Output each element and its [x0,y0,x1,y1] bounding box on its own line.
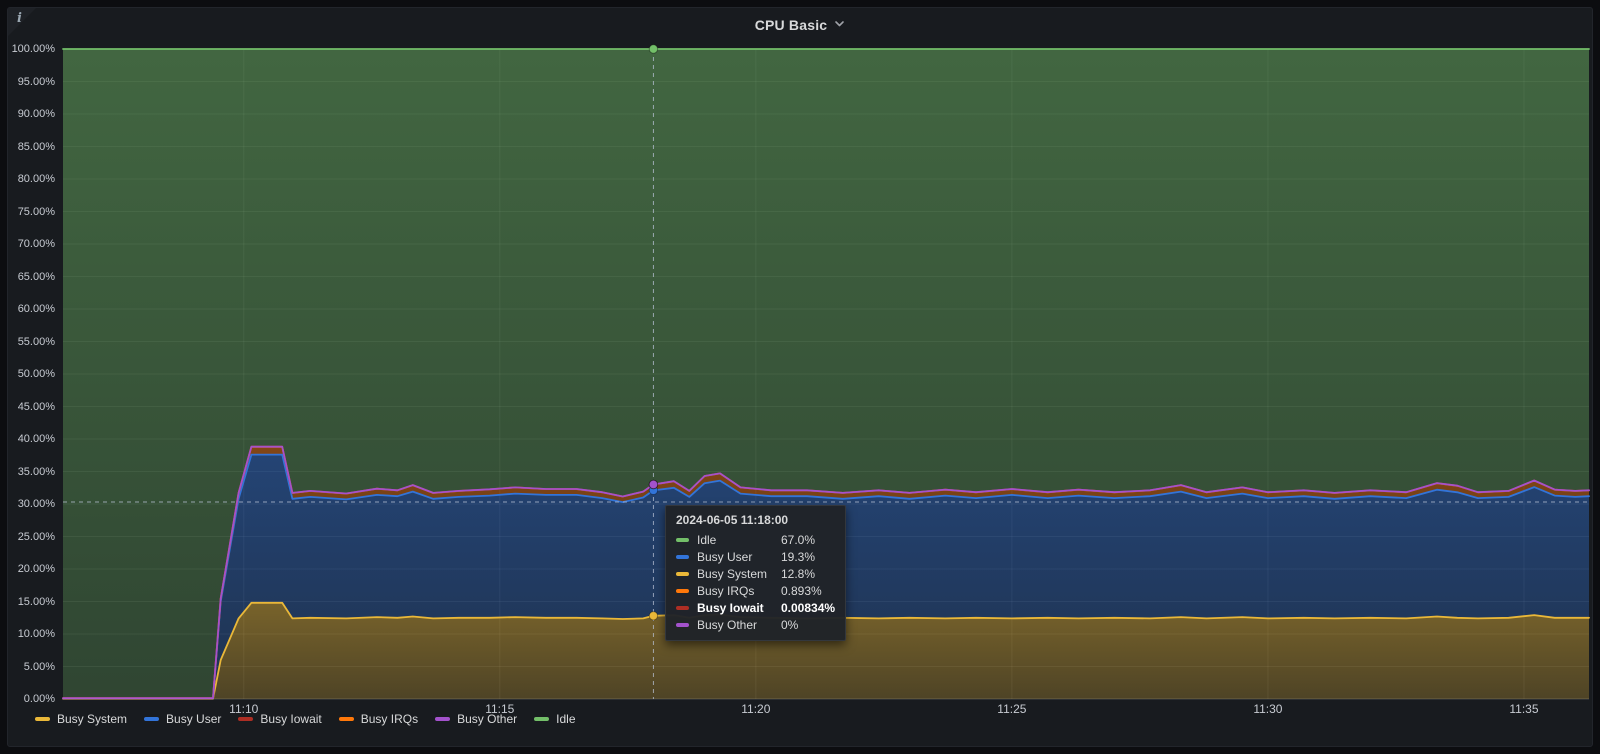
x-tick-label: 11:35 [1509,702,1539,716]
tooltip-series-label: Busy Iowait [697,601,764,615]
y-tick-label: 35.00% [17,465,55,478]
y-tick-label: 90.00% [17,108,55,120]
y-tick-label: 100.00% [11,43,55,55]
panel-title[interactable]: CPU Basic [755,17,828,33]
legend-label: Busy Iowait [260,712,322,726]
y-tick-label: 10.00% [17,628,55,640]
y-tick-label: 85.00% [17,140,55,153]
legend-item-idle[interactable]: Idle [534,712,576,726]
y-tick-label: 50.00% [17,368,55,380]
legend-swatch-icon [144,717,160,721]
chevron-down-icon[interactable] [834,16,845,34]
tooltip-series-swatch-icon [676,555,689,559]
tooltip-series-value: 67.0% [781,533,816,547]
legend-item-busy-other[interactable]: Busy Other [435,712,517,726]
y-tick-label: 15.00% [17,595,55,608]
tooltip-series-value: 0.893% [781,584,822,598]
tooltip-series-label: Busy User [697,550,753,564]
legend-item-busy-system[interactable]: Busy System [35,712,127,726]
tooltip-series-swatch-icon [676,623,689,627]
tooltip-series-swatch-icon [676,538,689,542]
legend-label: Busy User [166,712,222,726]
y-tick-label: 80.00% [17,173,55,185]
legend-label: Busy IRQs [360,712,419,726]
y-tick-label: 60.00% [17,303,55,315]
y-tick-label: 65.00% [17,270,55,283]
panel-header[interactable]: CPU Basic [8,8,1592,42]
legend-item-busy-irqs[interactable]: Busy IRQs [338,712,419,726]
legend-label: Idle [556,712,576,726]
tooltip-row: Busy System 12.8% [676,567,835,581]
tooltip-row: Busy User 19.3% [676,550,835,564]
tooltip-series-label: Busy Other [697,618,758,632]
legend-swatch-icon [35,717,50,721]
y-tick-label: 45.00% [17,400,55,413]
legend-swatch-icon [534,717,550,721]
tooltip-timestamp: 2024-06-05 11:18:00 [676,513,789,527]
legend: Busy System Busy User Busy Iowait Busy IRQs… [35,712,576,726]
tooltip-series-swatch-icon [676,606,689,610]
legend-item-busy-iowait[interactable]: Busy Iowait [238,712,322,726]
y-tick-label: 5.00% [23,660,55,673]
legend-label: Busy System [57,712,128,726]
tooltip-series-value: 0% [781,618,799,632]
x-tick-label: 11:25 [997,702,1027,716]
y-tick-label: 40.00% [17,433,55,445]
tooltip-series-value: 12.8% [781,567,816,581]
tooltip-row: Busy IRQs 0.893% [676,584,835,598]
x-tick-label: 11:30 [1253,702,1283,716]
tooltip-row: Busy Other 0% [676,618,835,632]
tooltip-series-swatch-icon [676,572,689,576]
grafana-panel: i CPU Basic 0.00% 5.00% 10.00% 15.00% 20.00%… [7,7,1593,747]
tooltip-row: Busy Iowait 0.00834% [676,601,835,615]
y-tick-label: 95.00% [17,75,55,88]
legend-item-busy-user[interactable]: Busy User [144,712,221,726]
legend-swatch-icon [238,717,254,721]
chart-tooltip: 2024-06-05 11:18:00 Idle 67.0% Busy User 19… [665,505,847,641]
legend-swatch-icon [435,717,451,721]
tooltip-series-swatch-icon [676,589,689,593]
tooltip-series-value: 0.00834% [781,601,836,615]
y-tick-label: 75.00% [17,205,55,218]
x-tick-label: 11:20 [741,702,771,716]
tooltip-series-label: Idle [697,533,717,547]
tooltip-series-value: 19.3% [781,550,816,564]
y-tick-label: 20.00% [17,563,55,575]
legend-swatch-icon [338,717,354,721]
legend-label: Busy Other [457,712,518,726]
y-tick-label: 30.00% [17,498,55,510]
tooltip-series-label: Busy IRQs [697,584,755,598]
tooltip-row: Idle 67.0% [676,533,835,547]
tooltip-series-label: Busy System [697,567,768,581]
y-tick-label: 25.00% [17,530,55,543]
y-tick-label: 55.00% [17,335,55,348]
y-tick-label: 0.00% [23,693,55,705]
y-tick-label: 70.00% [17,238,55,250]
